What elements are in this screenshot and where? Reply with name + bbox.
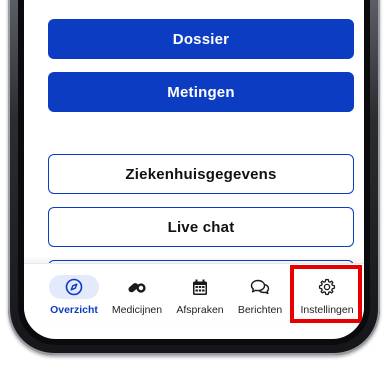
phone-screen: Dossier Metingen Ziekenhuisgegevens Live… bbox=[24, 0, 364, 339]
tab-berichten[interactable]: Berichten bbox=[227, 264, 293, 324]
tab-afspraken[interactable]: Afspraken bbox=[172, 264, 228, 324]
tab-overzicht-label: Overzicht bbox=[50, 304, 98, 316]
pills-icon bbox=[112, 275, 162, 299]
phone-bezel: Dossier Metingen Ziekenhuisgegevens Live… bbox=[18, 0, 370, 345]
bottom-tab-bar: Overzicht Medicijnen Afspraken Berichten… bbox=[24, 263, 364, 324]
chat-bubbles-icon bbox=[235, 275, 285, 299]
gear-icon bbox=[302, 275, 352, 299]
tab-instellingen[interactable]: Instellingen bbox=[293, 264, 361, 324]
phone-frame: Dossier Metingen Ziekenhuisgegevens Live… bbox=[8, 0, 380, 355]
compass-icon bbox=[49, 275, 99, 299]
stage: Dossier Metingen Ziekenhuisgegevens Live… bbox=[0, 0, 388, 365]
ziekenhuisgegevens-button[interactable]: Ziekenhuisgegevens bbox=[48, 154, 354, 194]
tab-instellingen-label: Instellingen bbox=[300, 304, 354, 316]
metingen-button[interactable]: Metingen bbox=[48, 72, 354, 112]
dossier-button[interactable]: Dossier bbox=[48, 19, 354, 59]
tab-medicijnen-label: Medicijnen bbox=[111, 304, 163, 316]
tab-medicijnen[interactable]: Medicijnen bbox=[110, 264, 164, 324]
app-content: Dossier Metingen Ziekenhuisgegevens Live… bbox=[24, 0, 364, 339]
tab-afspraken-label: Afspraken bbox=[176, 304, 224, 316]
tab-overzicht[interactable]: Overzicht bbox=[46, 264, 102, 324]
tab-berichten-label: Berichten bbox=[237, 304, 283, 316]
calendar-icon bbox=[175, 275, 225, 299]
live-chat-button[interactable]: Live chat bbox=[48, 207, 354, 247]
